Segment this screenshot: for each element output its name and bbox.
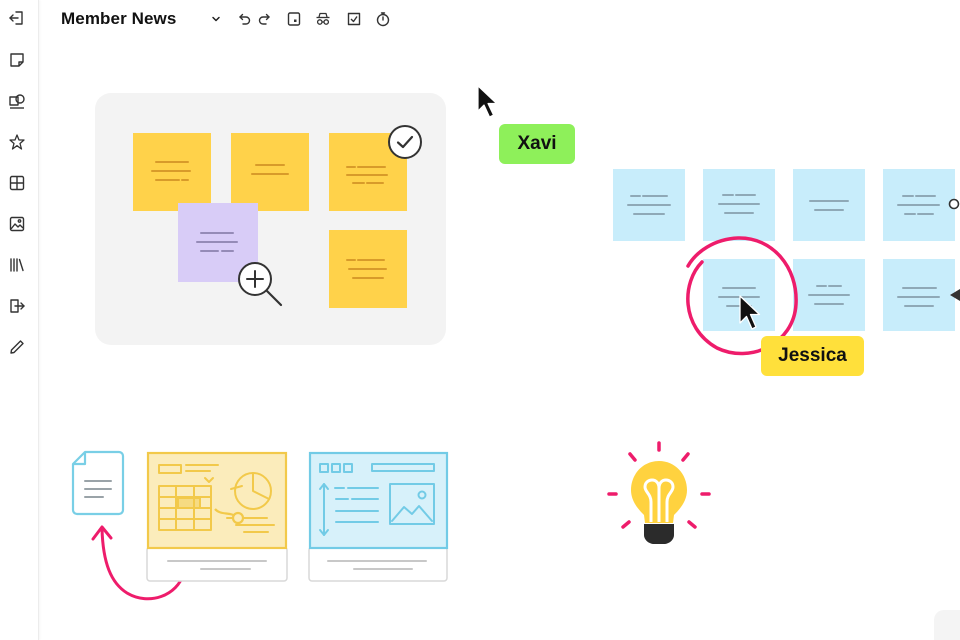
minimap-corner[interactable] xyxy=(934,610,960,640)
undo-icon xyxy=(239,13,251,25)
blue-sticky-note[interactable] xyxy=(883,259,955,331)
blue-sticky-note[interactable] xyxy=(703,169,775,241)
undo-button[interactable] xyxy=(233,8,255,30)
xavi-cursor-icon xyxy=(477,85,501,126)
exit-icon xyxy=(9,11,23,25)
collaborator-label-xavi: Xavi xyxy=(499,124,575,164)
document-icon xyxy=(71,450,125,516)
library-icon xyxy=(10,258,24,272)
blue-sticky-note[interactable] xyxy=(613,169,685,241)
blue-wireframe-card[interactable] xyxy=(308,451,450,583)
zoom-in-icon xyxy=(236,260,284,308)
yellow-sticky-note[interactable] xyxy=(133,133,211,211)
yellow-sticky-note[interactable] xyxy=(329,230,407,308)
import-tool[interactable] xyxy=(4,293,30,319)
yellow-sticky-note[interactable] xyxy=(231,133,309,211)
blue-sticky-note[interactable] xyxy=(793,259,865,331)
spy-icon xyxy=(316,12,330,25)
top-toolbar: Member News xyxy=(38,0,960,38)
lightbulb-icon xyxy=(603,436,715,548)
jessica-cursor-icon xyxy=(738,295,764,338)
arrow-handle-icon xyxy=(948,288,960,302)
connector-handle-icon[interactable] xyxy=(948,198,960,210)
board-title[interactable]: Member News xyxy=(61,9,176,29)
timer-button[interactable] xyxy=(372,8,394,30)
checkmark-badge-icon xyxy=(387,124,423,160)
select-frame-button[interactable] xyxy=(343,8,365,30)
timer-icon xyxy=(376,12,390,27)
pen-icon xyxy=(10,340,24,354)
grid-icon xyxy=(9,175,25,191)
sticky-note-tool[interactable] xyxy=(4,47,30,73)
redo-button[interactable] xyxy=(254,8,276,30)
pen-tool[interactable] xyxy=(4,334,30,360)
shapes-tool[interactable] xyxy=(4,88,30,114)
sticky-note-icon xyxy=(10,53,24,67)
redo-icon xyxy=(258,13,270,25)
whiteboard-app: Member News Xavi Jessica xyxy=(0,0,960,640)
yellow-wireframe-card[interactable] xyxy=(146,451,290,583)
image-tool[interactable] xyxy=(4,211,30,237)
private-mode-button[interactable] xyxy=(312,8,334,30)
chevron-down-icon xyxy=(212,16,220,22)
blue-sticky-note[interactable] xyxy=(883,169,955,241)
collaborator-label-jessica: Jessica xyxy=(761,336,864,376)
stickers-tool[interactable] xyxy=(4,129,30,155)
grid-tool[interactable] xyxy=(4,170,30,196)
board-canvas[interactable]: Xavi Jessica xyxy=(38,38,960,640)
star-icon xyxy=(9,134,25,150)
library-tool[interactable] xyxy=(4,252,30,278)
exit-board-button[interactable] xyxy=(4,5,30,31)
image-icon xyxy=(9,216,25,232)
shapes-icon xyxy=(9,94,25,109)
blue-sticky-note[interactable] xyxy=(793,169,865,241)
import-icon xyxy=(10,299,25,313)
tablet-icon xyxy=(287,12,301,26)
board-menu-button[interactable] xyxy=(205,8,227,30)
select-frame-icon xyxy=(347,12,361,26)
left-toolbar xyxy=(0,0,39,640)
present-button[interactable] xyxy=(283,8,305,30)
